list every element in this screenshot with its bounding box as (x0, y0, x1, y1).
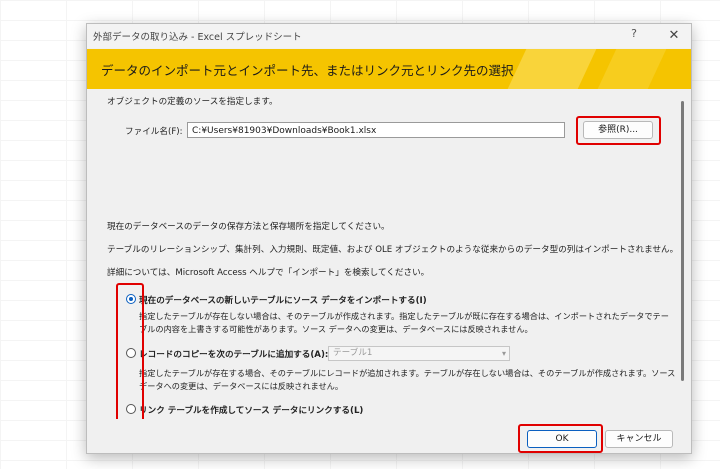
banner-title: データのインポート元とインポート先、またはリンク元とリンク先の選択 (101, 63, 514, 78)
help-hint: 詳細については、Microsoft Access ヘルプで「インポート」を検索し… (107, 268, 430, 278)
source-instruction: オブジェクトの定義のソースを指定します。 (107, 97, 278, 107)
option-append-label[interactable]: レコードのコピーを次のテーブルに追加する(A): (139, 348, 328, 360)
banner-decoration (507, 49, 597, 89)
option-append-desc: データへの変更は、データベースには反映されません。 (139, 381, 344, 391)
storage-note: テーブルのリレーションシップ、集計列、入力規則、既定値、および OLE オブジェ… (107, 245, 679, 255)
cancel-button[interactable]: キャンセル (605, 430, 673, 448)
header-banner: データのインポート元とインポート先、またはリンク元とリンク先の選択 (87, 49, 691, 89)
highlight-radio-group (116, 283, 144, 424)
append-table-select[interactable]: テーブル1 ▾ (328, 346, 510, 361)
title-bar: 外部データの取り込み - Excel スプレッドシート ? ✕ (87, 24, 691, 48)
option-import-desc: 指定したテーブルが存在しない場合は、そのテーブルが作成されます。指定したテーブル… (139, 311, 669, 321)
option-link-label[interactable]: リンク テーブルを作成してソース データにリンクする(L) (139, 404, 363, 416)
highlight-ok (518, 424, 603, 453)
banner-decoration (597, 49, 667, 89)
option-import-label[interactable]: 現在のデータベースの新しいテーブルにソース データをインポートする(I) (139, 294, 427, 306)
highlight-browse (576, 116, 661, 145)
option-append-desc: 指定したテーブルが存在する場合、そのテーブルにレコードが追加されます。テーブルが… (139, 368, 676, 378)
append-table-value: テーブル1 (333, 348, 373, 358)
file-name-label: ファイル名(F): (125, 127, 183, 137)
import-dialog: 外部データの取り込み - Excel スプレッドシート ? ✕ データのインポー… (86, 23, 692, 454)
help-icon[interactable]: ? (627, 27, 641, 40)
option-import-desc: ブルの内容を上書きする可能性があります。ソース データへの変更は、データベースに… (139, 324, 533, 334)
storage-instruction: 現在のデータベースのデータの保存方法と保存場所を指定してください。 (107, 222, 390, 232)
window-title: 外部データの取り込み - Excel スプレッドシート (93, 32, 302, 43)
close-icon[interactable]: ✕ (661, 24, 687, 48)
chevron-down-icon: ▾ (501, 349, 506, 358)
file-name-input[interactable]: C:¥Users¥81903¥Downloads¥Book1.xlsx (187, 122, 565, 138)
vertical-scrollbar[interactable] (681, 101, 684, 381)
